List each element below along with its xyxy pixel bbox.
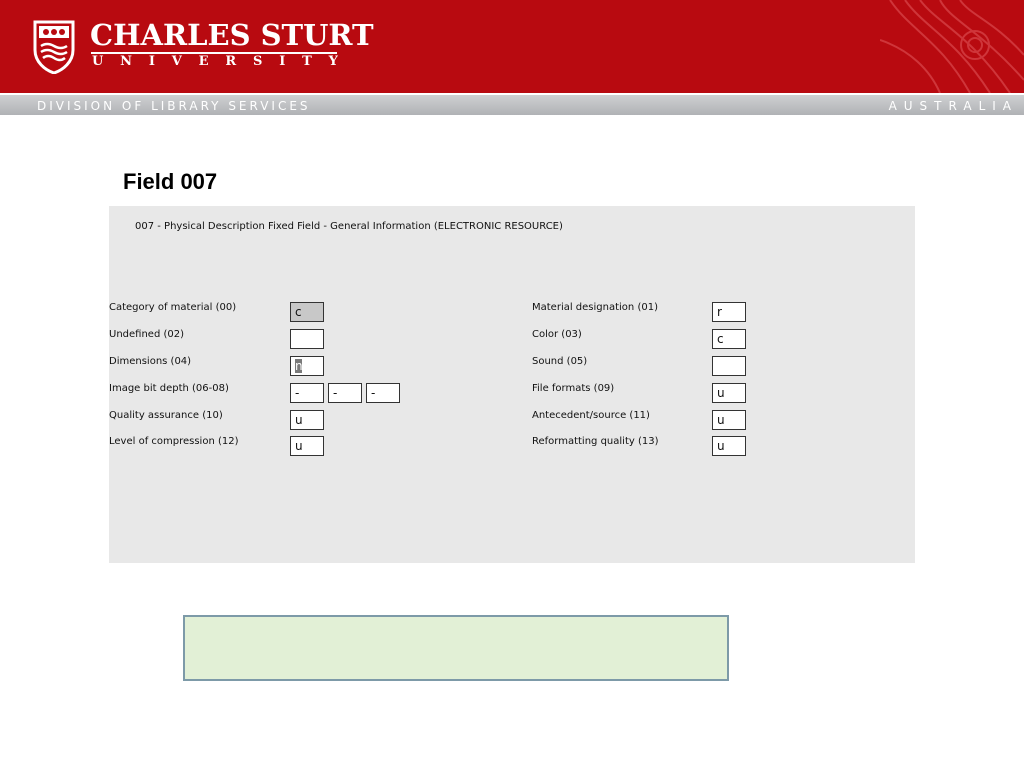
field-reformatting-quality[interactable]: u	[712, 436, 746, 456]
university-subtitle: U N I V E R S I T Y	[92, 54, 338, 69]
note-box	[183, 615, 729, 681]
header-banner: CHARLES STURT U N I V E R S I T Y	[0, 0, 1024, 93]
label-material-designation: Material designation (01)	[532, 302, 658, 313]
label-reformatting-quality: Reformatting quality (13)	[532, 436, 659, 447]
label-color: Color (03)	[532, 329, 582, 340]
field-file-formats[interactable]: u	[712, 383, 746, 403]
label-level-of-compression: Level of compression (12)	[109, 436, 239, 447]
panel-heading: 007 - Physical Description Fixed Field -…	[135, 221, 563, 232]
university-crest-icon	[33, 20, 75, 74]
field-sound[interactable]	[712, 356, 746, 376]
page-title: Field 007	[123, 169, 218, 194]
field-category-of-material[interactable]: c	[290, 302, 324, 322]
division-label: DIVISION OF LIBRARY SERVICES	[37, 99, 311, 113]
field-image-bit-depth-06[interactable]: -	[290, 383, 324, 403]
field-material-designation[interactable]: r	[712, 302, 746, 322]
field-image-bit-depth-08[interactable]: -	[366, 383, 400, 403]
label-antecedent-source: Antecedent/source (11)	[532, 410, 650, 421]
field-quality-assurance[interactable]: u	[290, 410, 324, 430]
selected-text: n	[295, 359, 303, 373]
field-level-of-compression[interactable]: u	[290, 436, 324, 456]
decorative-swirl-graphic	[880, 0, 1024, 93]
label-sound: Sound (05)	[532, 356, 588, 367]
label-undefined: Undefined (02)	[109, 329, 184, 340]
field-undefined[interactable]	[290, 329, 324, 349]
label-image-bit-depth: Image bit depth (06-08)	[109, 383, 229, 394]
field-dimensions[interactable]: n	[290, 356, 324, 376]
country-label: AUSTRALIA	[888, 99, 1018, 113]
label-dimensions: Dimensions (04)	[109, 356, 192, 367]
field-antecedent-source[interactable]: u	[712, 410, 746, 430]
division-bar: DIVISION OF LIBRARY SERVICES AUSTRALIA	[0, 93, 1024, 115]
label-quality-assurance: Quality assurance (10)	[109, 410, 223, 421]
label-file-formats: File formats (09)	[532, 383, 615, 394]
fixed-field-panel: 007 - Physical Description Fixed Field -…	[109, 206, 915, 563]
field-color[interactable]: c	[712, 329, 746, 349]
label-category-of-material: Category of material (00)	[109, 302, 237, 313]
field-image-bit-depth-07[interactable]: -	[328, 383, 362, 403]
university-name: CHARLES STURT	[90, 18, 374, 52]
